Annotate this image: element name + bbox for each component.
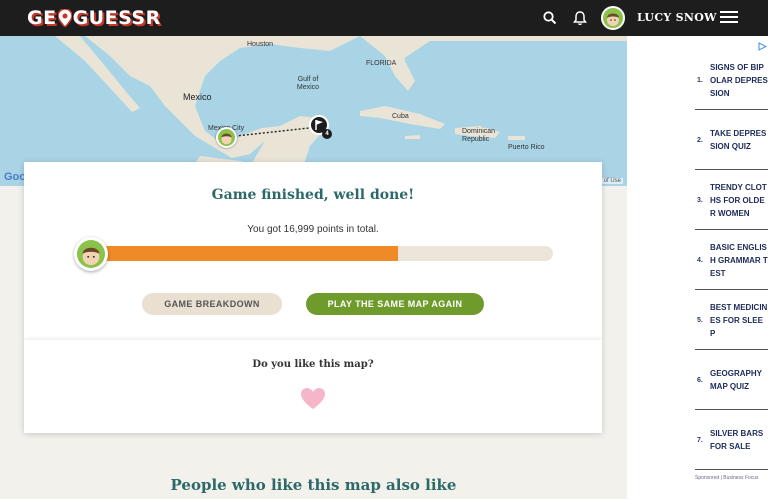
map-label-puerto-rico: Puerto Rico [508,144,545,151]
hamburger-menu-icon[interactable] [720,11,738,25]
ad-item[interactable]: 3. TRENDY CLOTHS FOR OLDER WOMEN [695,170,768,230]
map-label-mexico: Mexico [183,92,212,102]
guess-marker-avatar[interactable] [216,127,237,148]
map-label-dominican-republic: Dominican Republic [462,128,496,143]
ad-number: 7. [697,436,703,444]
logo-text-left: GE [27,7,57,29]
results-card: Game finished, well done! You got 16,999… [24,162,602,340]
ad-link-text[interactable]: BASIC ENGLISH GRAMMAR TEST [710,230,768,290]
ad-item[interactable]: 7. SILVER BARS FOR SALE [695,410,768,470]
ad-link-text[interactable]: SIGNS OF BIPOLAR DEPRESSION [710,50,768,110]
ad-item[interactable]: 1. SIGNS OF BIPOLAR DEPRESSION [695,50,768,110]
player-avatar [74,237,108,271]
logo-text-right: GUESSR [72,7,161,29]
map-label-houston: Houston [247,41,274,48]
results-title: Game finished, well done! [211,187,415,203]
username-label[interactable]: LUCY SNOW [637,11,717,24]
ad-number: 2. [697,136,703,144]
search-icon[interactable] [541,9,559,27]
ad-link-text[interactable]: BEST MEDICINES FOR SLEEP [710,290,768,350]
related-maps-heading: People who like this map also like [170,476,457,494]
like-map-card: Do you like this map? [24,340,602,433]
ad-link-text[interactable]: TAKE DEPRESSION QUIZ [710,110,768,170]
map-label-gulf: Gulf of Mexico [296,76,320,91]
game-breakdown-button[interactable]: GAME BREAKDOWN [142,293,282,315]
ad-number: 3. [697,196,703,204]
ad-sponsor-footer[interactable]: Sponsored | Business Focus [695,475,759,481]
ad-item[interactable]: 2. TAKE DEPRESSION QUIZ [695,110,768,170]
score-summary: You got 16,999 points in total. [247,224,379,235]
ad-link-text[interactable]: SILVER BARS FOR SALE [710,410,768,470]
ad-list: 1. SIGNS OF BIPOLAR DEPRESSION 2. TAKE DEP… [695,50,768,470]
ad-item[interactable]: 4. BASIC ENGLISH GRAMMAR TEST [695,230,768,290]
ad-item[interactable]: 5. BEST MEDICINES FOR SLEEP [695,290,768,350]
round-number-badge: 4 [322,129,332,139]
ad-number: 5. [697,316,703,324]
map-pin-icon [57,9,72,27]
play-same-map-button[interactable]: PLAY THE SAME MAP AGAIN [306,293,484,315]
ad-number: 6. [697,376,703,384]
ad-item[interactable]: 6. GEOGRAPHY MAP QUIZ [695,350,768,410]
ad-number: 4. [697,256,703,264]
adchoices-icon[interactable] [758,38,768,51]
like-map-question: Do you like this map? [252,359,374,370]
ad-link-text[interactable]: TRENDY CLOTHS FOR OLDER WOMEN [710,170,768,230]
notifications-bell-icon[interactable] [571,9,589,27]
top-nav: GE GUESSR LUCY SNOW [0,0,768,36]
heart-icon[interactable] [300,387,326,411]
map-label-florida: FLORIDA [366,60,397,67]
user-avatar[interactable] [601,6,625,30]
ad-link-text[interactable]: GEOGRAPHY MAP QUIZ [710,350,768,410]
map-label-cuba: Cuba [392,113,409,120]
geoguessr-logo[interactable]: GE GUESSR [27,7,161,29]
score-progress-fill [98,246,399,261]
ad-number: 1. [697,76,703,84]
score-progress-track [98,246,553,261]
